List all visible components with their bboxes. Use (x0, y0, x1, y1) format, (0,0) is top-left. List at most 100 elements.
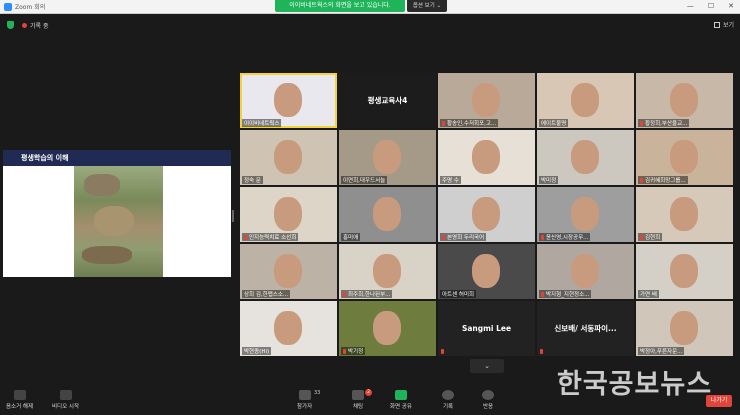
participant-video (472, 254, 500, 288)
participant-tile[interactable]: 평생교육사4 (339, 73, 436, 128)
participant-video (274, 254, 302, 288)
participant-tile[interactable]: 이이비네트웍스 (240, 73, 337, 128)
participant-tile[interactable]: 윤신영,시장공무... (537, 187, 634, 242)
participant-video (571, 83, 599, 117)
participant-display-name: 평생교육사4 (367, 96, 408, 105)
participant-name-tag: 에이트불명 (539, 119, 569, 127)
participant-name-tag: 이연희,대우드서늘 (341, 176, 388, 184)
share-screen-button[interactable]: 화면 공유 (390, 390, 412, 410)
microphone-muted-icon (541, 234, 544, 240)
participant-name: 김현희 (645, 235, 661, 241)
photo-rock (84, 174, 120, 196)
mute-button[interactable]: 음소거 해제 (6, 390, 33, 410)
slide-photo (74, 166, 163, 277)
participant-tile[interactable]: 최주희,한나된부... (339, 244, 436, 299)
participant-name-tag: 윤신영,시장공무... (539, 233, 591, 241)
record-icon (442, 390, 454, 400)
chat-unread-badge: 2 (365, 389, 372, 396)
maximize-button[interactable]: ☐ (708, 2, 714, 10)
app-title: Zoom 회의 (4, 2, 45, 11)
participant-tile[interactable]: 가연 배 (636, 244, 733, 299)
participant-name-tag: 본영희 두리국어 (440, 233, 487, 241)
chat-icon (352, 390, 364, 400)
participant-tile[interactable]: 박정아,푸른자운... (636, 301, 733, 356)
participant-name-tag: 정숙 문 (242, 176, 263, 184)
participant-tile[interactable]: 이연희,대우드서늘 (339, 130, 436, 185)
participant-video (373, 254, 401, 288)
chat-label: 채팅 (352, 404, 364, 410)
participant-video (670, 197, 698, 231)
participant-tile[interactable]: 김귀혜희망그룹... (636, 130, 733, 185)
participant-name-tag: 박정아,푸른자운... (638, 347, 685, 355)
microphone-muted-icon (343, 291, 346, 297)
recording-indicator[interactable]: 기록 중 (22, 21, 48, 30)
participant-tile[interactable]: 박현종(Hi) (240, 301, 337, 356)
reactions-button[interactable]: 반응 (482, 390, 494, 410)
participant-name: 박미정 (541, 178, 557, 184)
participant-tile[interactable]: 정숙 문 (240, 130, 337, 185)
video-label: 비디오 시작 (52, 404, 80, 410)
participant-name-tag: 인지능력치료 소선희 (242, 233, 299, 241)
participant-video (373, 140, 401, 174)
participant-display-name: Sangmi Lee (461, 324, 512, 333)
participant-video (571, 140, 599, 174)
video-button[interactable]: 비디오 시작 (52, 390, 79, 410)
participant-name: 박기정 (348, 349, 364, 355)
grid-icon (713, 21, 720, 28)
participant-name: 황정희,부산울교... (645, 121, 688, 127)
shield-icon[interactable] (7, 21, 14, 29)
participant-tile[interactable]: 신보배/ 서동파이... (537, 301, 634, 356)
participant-tile[interactable]: 아트센 허미희 (438, 244, 535, 299)
participant-tile[interactable]: 박미정 (537, 130, 634, 185)
participant-video (571, 197, 599, 231)
next-page-button[interactable]: ⌄ (470, 359, 504, 373)
close-button[interactable]: ✕ (728, 2, 734, 10)
participant-tile[interactable]: 황정희,부산울교... (636, 73, 733, 128)
participant-video (373, 311, 401, 345)
shared-screen: 평생학습의 이해 (3, 150, 231, 277)
microphone-muted-icon (343, 348, 346, 354)
participant-tile[interactable]: 본영희 두리국어 (438, 187, 535, 242)
minimize-button[interactable]: — (687, 2, 694, 10)
reactions-label: 반응 (482, 404, 494, 410)
microphone-muted-icon (13, 390, 26, 400)
participant-name-tag: 아트센 허미희 (440, 290, 477, 298)
chat-button[interactable]: 채팅 2 (352, 389, 372, 410)
participant-tile[interactable]: 주명 수 (438, 130, 535, 185)
view-button[interactable]: 보기 (713, 20, 734, 29)
view-options-button[interactable]: 옵션 보기 ⌄ (407, 0, 447, 12)
participant-display-name: 신보배/ 서동파이... (554, 324, 617, 333)
window-controls: — ☐ ✕ (687, 2, 734, 10)
participants-button[interactable]: 참가자 33 (297, 390, 320, 410)
participant-tile[interactable]: 박기정 (339, 301, 436, 356)
record-label: 기록 (442, 404, 454, 410)
participant-name-tag: 최주희,한나된부... (341, 290, 393, 298)
participant-tile[interactable]: 인지능력치료 소선희 (240, 187, 337, 242)
participant-video (472, 140, 500, 174)
participant-tile[interactable]: 박지형_지현정소... (537, 244, 634, 299)
participant-tile[interactable]: Sangmi Lee (438, 301, 535, 356)
participant-tile[interactable]: 홍미애 (339, 187, 436, 242)
split-resize-handle[interactable] (232, 210, 234, 222)
record-button[interactable]: 기록 (442, 390, 454, 410)
microphone-muted-icon (640, 177, 643, 183)
microphone-muted-icon (441, 349, 444, 354)
zoom-logo-icon (4, 2, 12, 11)
participant-name: 본영희 두리국어 (447, 235, 485, 241)
participant-tile[interactable]: 황송인,수저회포,고... (438, 73, 535, 128)
reaction-smile-icon (482, 390, 494, 400)
microphone-muted-icon (640, 120, 643, 126)
viewing-share-banner: 이이비네트웍스의 화면을 보고 있습니다. (275, 0, 405, 12)
participant-name: 최주희,한나된부... (348, 292, 391, 298)
participant-name: 윤신영,시장공무... (546, 235, 589, 241)
participant-name-tag: 홍미애 (341, 233, 361, 241)
participant-tile[interactable]: 상희 김,한맵스소... (240, 244, 337, 299)
microphone-muted-icon (244, 234, 247, 240)
participant-tile[interactable]: 김현희 (636, 187, 733, 242)
share-label: 화면 공유 (390, 404, 412, 410)
photo-rock (82, 246, 132, 264)
participant-name-tag: 박미정 (539, 176, 559, 184)
microphone-muted-icon (540, 349, 543, 354)
window-title: Zoom 회의 (15, 4, 46, 11)
participant-tile[interactable]: 에이트불명 (537, 73, 634, 128)
